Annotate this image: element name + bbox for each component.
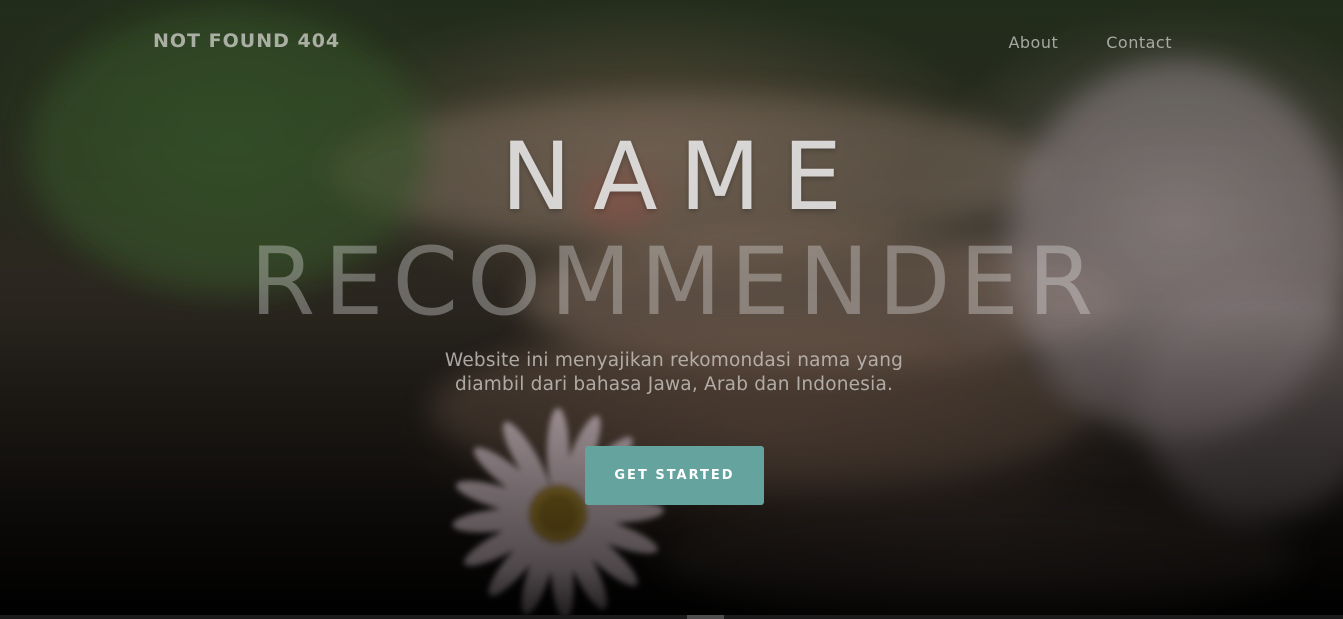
hero-subtitle: Website ini menyajikan rekomondasi nama … bbox=[421, 349, 927, 397]
hero-subtitle-line1: Website ini menyajikan rekomondasi nama … bbox=[444, 350, 904, 371]
hero-title-line2: RECOMMENDER bbox=[249, 228, 1103, 337]
nav-links: About Contact bbox=[1008, 33, 1172, 52]
horizontal-scrollbar[interactable] bbox=[0, 615, 1343, 619]
hero-section: NOT FOUND 404 About Contact NAME RECOMME… bbox=[0, 0, 1343, 619]
brand-logo[interactable]: NOT FOUND 404 bbox=[153, 30, 340, 52]
hero-title-line1: NAME bbox=[500, 123, 865, 232]
hero-subtitle-line2: diambil dari bahasa Jawa, Arab dan Indon… bbox=[454, 374, 894, 395]
scrollbar-thumb[interactable] bbox=[687, 615, 724, 619]
nav-link-contact[interactable]: Contact bbox=[1106, 33, 1172, 52]
nav-link-about[interactable]: About bbox=[1008, 33, 1058, 52]
get-started-button[interactable]: GET STARTED bbox=[585, 446, 764, 505]
navbar: NOT FOUND 404 About Contact bbox=[0, 0, 1343, 86]
